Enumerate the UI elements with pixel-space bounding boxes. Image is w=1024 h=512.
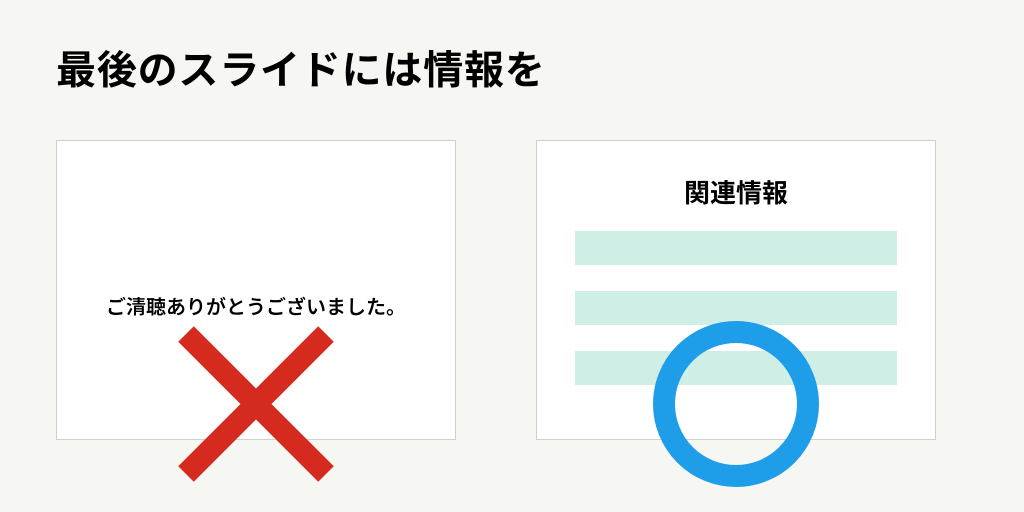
cross-icon — [161, 309, 351, 499]
bad-example-panel: ご清聴ありがとうございました。 — [56, 140, 456, 440]
content-bar — [575, 351, 897, 385]
good-example-panel: 関連情報 — [536, 140, 936, 440]
content-bar — [575, 231, 897, 265]
good-example-heading: 関連情報 — [537, 173, 935, 210]
circle-icon — [641, 309, 831, 499]
bad-example-text: ご清聴ありがとうございました。 — [57, 291, 455, 320]
page-title: 最後のスライドには情報を — [56, 38, 546, 96]
presentation-slide: 最後のスライドには情報を ご清聴ありがとうございました。 関連情報 — [0, 0, 1024, 512]
content-bar — [575, 291, 897, 325]
